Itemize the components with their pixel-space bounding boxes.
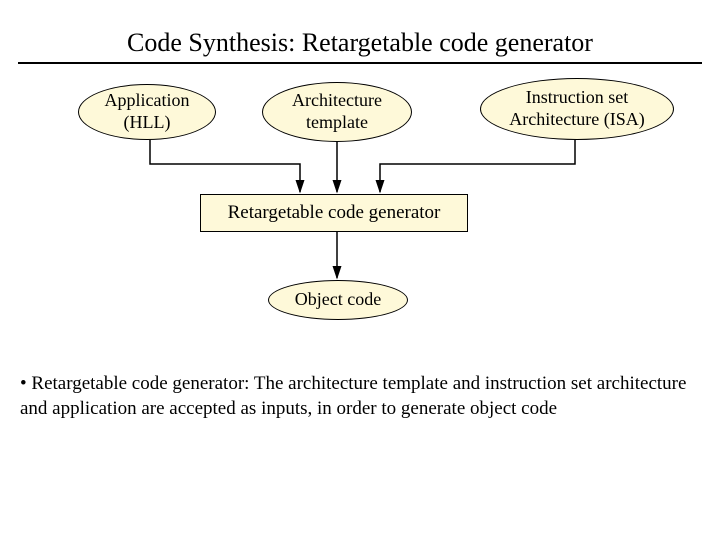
node-isa: Instruction set Architecture (ISA) <box>480 78 674 140</box>
node-object-code-label: Object code <box>295 289 381 311</box>
node-architecture-label: Architecture template <box>292 90 382 133</box>
node-generator: Retargetable code generator <box>200 194 468 232</box>
diagram-canvas: Application (HLL) Architecture template … <box>0 64 720 364</box>
node-application-label: Application (HLL) <box>105 90 190 133</box>
node-application: Application (HLL) <box>78 84 216 140</box>
node-architecture: Architecture template <box>262 82 412 142</box>
node-isa-label: Instruction set Architecture (ISA) <box>509 87 644 130</box>
page-title: Code Synthesis: Retargetable code genera… <box>0 0 720 58</box>
node-object-code: Object code <box>268 280 408 320</box>
node-generator-label: Retargetable code generator <box>228 202 441 224</box>
description-bullet: • Retargetable code generator: The archi… <box>0 364 720 421</box>
